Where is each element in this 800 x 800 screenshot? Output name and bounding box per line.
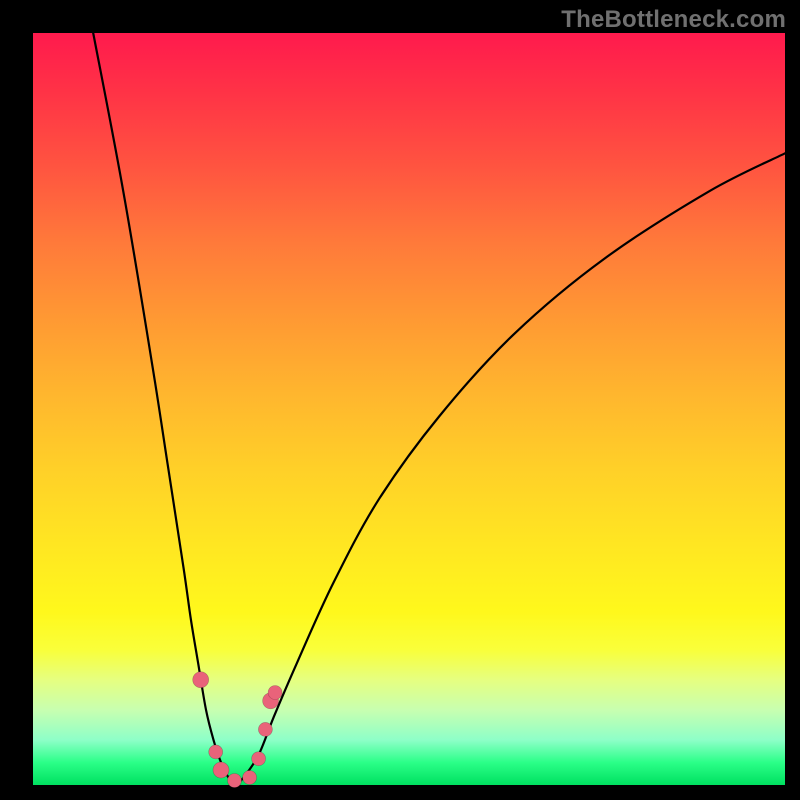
marker-dot [258,722,272,736]
marker-dot [228,774,242,788]
marker-dot [193,672,209,688]
marker-dot [243,771,257,785]
curve-group [93,33,785,785]
bottleneck-curve-right [236,153,785,785]
marker-dot [213,762,229,778]
outer-frame: TheBottleneck.com [0,0,800,800]
watermark-text: TheBottleneck.com [561,6,786,34]
data-markers [193,672,282,788]
bottleneck-curve-left [93,33,236,785]
marker-dot [268,686,282,700]
marker-dot [252,752,266,766]
chart-svg [33,33,785,785]
marker-dot [209,745,223,759]
